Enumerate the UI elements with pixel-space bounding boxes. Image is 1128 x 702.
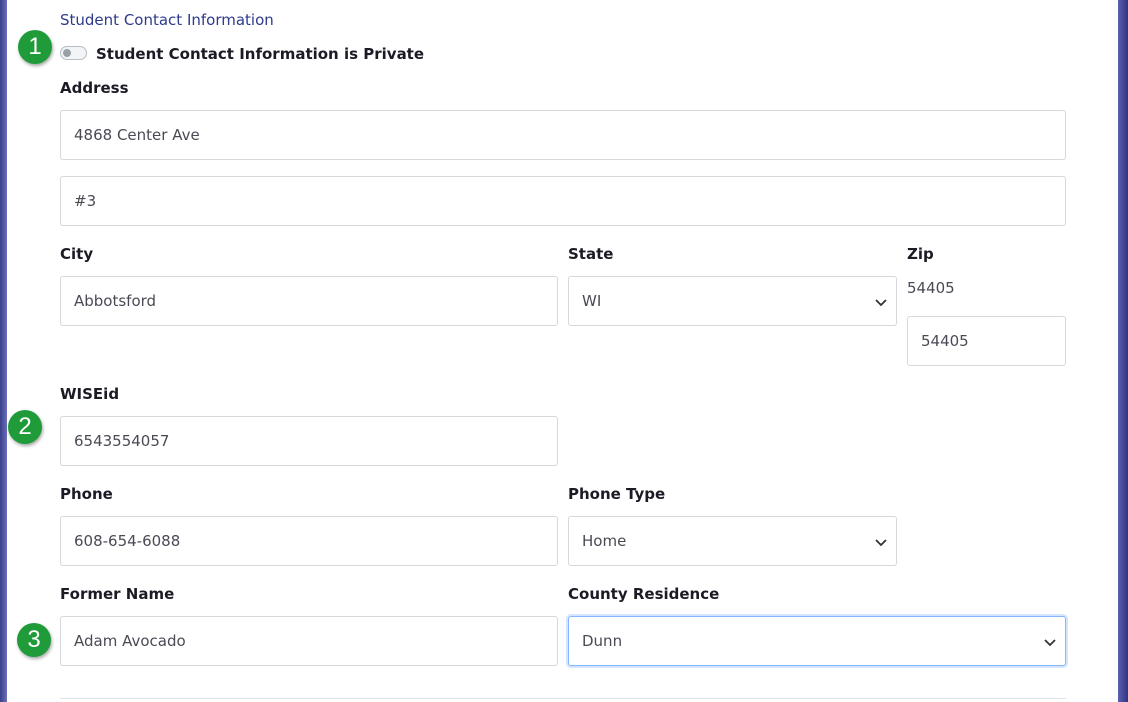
former-name-input[interactable]: Adam Avocado	[60, 616, 558, 666]
county-residence-select[interactable]: Dunn	[568, 616, 1066, 666]
phone-type-select-value: Home	[582, 532, 627, 550]
section-title: Student Contact Information	[60, 11, 274, 29]
right-frame-edge	[1118, 0, 1128, 702]
chevron-down-icon	[875, 539, 887, 547]
state-select-value: WI	[582, 292, 602, 310]
county-residence-select-value: Dunn	[582, 632, 623, 650]
former-name-label: Former Name	[60, 585, 175, 603]
state-label: State	[568, 245, 614, 263]
address-line1-input[interactable]: 4868 Center Ave	[60, 110, 1066, 160]
address-line2-input[interactable]: #3	[60, 176, 1066, 226]
city-label: City	[60, 245, 94, 263]
callout-badge-1: 1	[18, 30, 52, 64]
wiseid-label: WISEid	[60, 385, 120, 403]
wiseid-input[interactable]: 6543554057	[60, 416, 558, 466]
phone-type-select[interactable]: Home	[568, 516, 897, 566]
private-toggle[interactable]	[60, 46, 87, 60]
toggle-knob	[63, 49, 71, 57]
callout-badge-3: 3	[17, 623, 51, 657]
city-input[interactable]: Abbotsford	[60, 276, 558, 326]
zip-display-text: 54405	[907, 279, 955, 297]
zip-label: Zip	[907, 245, 934, 263]
county-residence-label: County Residence	[568, 585, 720, 603]
left-frame-edge	[0, 0, 7, 702]
section-divider	[60, 698, 1066, 699]
zip-input[interactable]: 54405	[907, 316, 1066, 366]
chevron-down-icon	[1044, 639, 1056, 647]
callout-badge-2: 2	[8, 410, 42, 444]
private-toggle-label: Student Contact Information is Private	[96, 45, 425, 63]
address-label: Address	[60, 79, 129, 97]
state-select[interactable]: WI	[568, 276, 897, 326]
phone-input[interactable]: 608-654-6088	[60, 516, 558, 566]
phone-label: Phone	[60, 485, 113, 503]
chevron-down-icon	[875, 299, 887, 307]
phone-type-label: Phone Type	[568, 485, 666, 503]
